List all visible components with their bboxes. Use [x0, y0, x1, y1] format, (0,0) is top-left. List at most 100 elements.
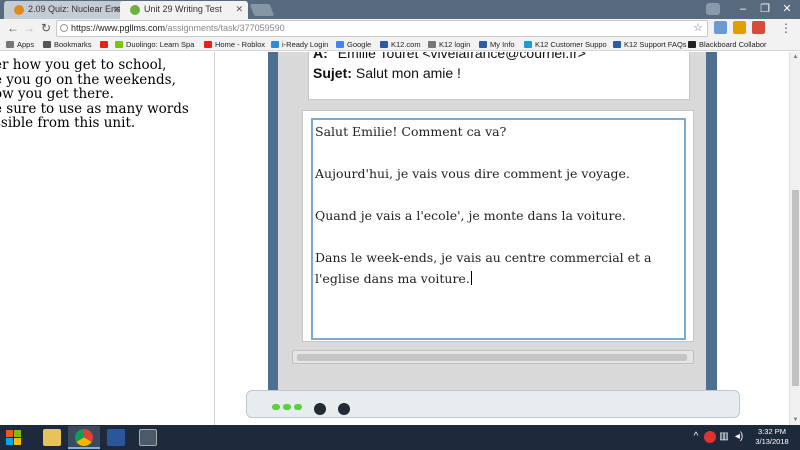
subject-value: Salut mon amie !	[355, 65, 461, 81]
body-paragraph: Aujourd'hui, je vais vous dire comment j…	[315, 166, 630, 181]
star-icon	[43, 41, 51, 48]
bookmark-k12[interactable]: K12.com	[380, 38, 421, 51]
bookmark-blackboard[interactable]: Blackboard Collabor	[688, 38, 767, 51]
tab-writing-test[interactable]: Unit 29 Writing Test ✕	[120, 1, 248, 19]
bookmark-roblox[interactable]: Home - Roblox	[204, 38, 265, 51]
scroll-up-icon[interactable]: ▲	[792, 54, 799, 60]
k12-icon	[479, 41, 487, 48]
user-profile-icon[interactable]	[706, 3, 720, 15]
forward-icon[interactable]: →	[22, 21, 36, 35]
subject-label: Sujet:	[313, 65, 352, 81]
cropped-line	[0, 52, 206, 58]
bookmark-star-icon[interactable]: ☆	[693, 21, 703, 36]
bookmark-iready[interactable]: i-Ready Login	[271, 38, 328, 51]
bookmark-k12-support[interactable]: K12 Customer Suppo	[524, 38, 607, 51]
app-icon[interactable]	[132, 426, 164, 449]
body-paragraph: Salut Emilie! Comment ca va?	[315, 124, 507, 139]
to-label: A:	[313, 52, 328, 61]
instruction-line: er how you get to school,	[0, 57, 167, 73]
tab-title: Unit 29 Writing Test	[144, 4, 222, 14]
chrome-icon[interactable]	[68, 426, 100, 449]
back-icon[interactable]: ←	[6, 21, 20, 35]
page-content: er how you get to school, e you go on th…	[0, 52, 800, 425]
file-explorer-icon[interactable]	[36, 426, 68, 449]
tab-quiz[interactable]: 2.09 Quiz: Nuclear Energ ✕	[4, 1, 126, 19]
body-paragraph-last: Dans le week-ends, je vais au centre com…	[315, 250, 652, 286]
body-paragraph: Quand je vais a l'ecole', je monte dans …	[315, 208, 626, 223]
monitor-knob	[338, 403, 350, 415]
new-tab-button[interactable]	[249, 4, 275, 16]
led-indicator	[294, 404, 302, 410]
tab-title: 2.09 Quiz: Nuclear Energ	[28, 4, 126, 14]
clock[interactable]: 3:32 PM 3/13/2018	[748, 427, 796, 447]
bookmark-k12-login[interactable]: K12 login	[428, 38, 470, 51]
favicon-icon	[130, 5, 140, 15]
text-caret	[470, 271, 472, 285]
cloud-icon	[524, 41, 532, 48]
led-indicator	[283, 404, 291, 410]
taskbar: ^ ▥ ◂) 3:32 PM 3/13/2018	[0, 425, 800, 450]
close-window-icon[interactable]: ✕	[780, 2, 794, 16]
toolbar: ← → ↻ https://www.pgllms.com/assignments…	[0, 19, 800, 38]
to-value: Emilie Touret <vivelafrance@courriel.fr>	[337, 52, 586, 61]
bookmark-google[interactable]: Google	[336, 38, 371, 51]
assignment-instructions: er how you get to school, e you go on th…	[0, 52, 206, 131]
apps-grid-icon	[6, 41, 14, 48]
bookmark-bookmarks[interactable]: Bookmarks	[43, 38, 92, 51]
show-hidden-icons-icon[interactable]: ^	[690, 430, 702, 444]
instruction-line: ssible from this unit.	[0, 115, 136, 131]
instruction-line: ow you get there.	[0, 86, 114, 102]
bookmark-duolingo[interactable]: Duolingo: Learn Spa	[115, 38, 194, 51]
to-line: A: Emilie Touret <vivelafrance@courriel.f…	[313, 52, 586, 61]
url-host: https://www.pgllms.com	[71, 23, 166, 33]
instruction-line: e sure to use as many words	[0, 100, 189, 117]
scrollbar-thumb[interactable]	[297, 354, 687, 361]
info-icon[interactable]	[60, 24, 68, 32]
roblox-icon	[204, 41, 212, 48]
menu-icon[interactable]: ⋮	[779, 21, 793, 35]
antivirus-icon[interactable]	[704, 431, 716, 443]
email-body-textarea[interactable]: Salut Emilie! Comment ca va? Aujourd'hui…	[311, 118, 686, 340]
network-icon[interactable]: ▥	[718, 430, 730, 444]
monitor-knob	[314, 403, 326, 415]
k12-icon	[613, 41, 621, 48]
minimize-icon[interactable]: –	[736, 2, 750, 16]
youtube-icon	[100, 41, 108, 48]
google-icon	[336, 41, 344, 48]
bookmark-apps[interactable]: Apps	[6, 38, 34, 51]
reload-icon[interactable]: ↻	[39, 21, 53, 35]
address-bar[interactable]: https://www.pgllms.com/assignments/task/…	[56, 20, 708, 37]
instruction-line: e you go on the weekends,	[0, 71, 176, 88]
k12-icon	[380, 41, 388, 48]
volume-icon[interactable]: ◂)	[733, 430, 745, 444]
url-path: /assignments/task/377059590	[165, 23, 285, 33]
windows-start-icon[interactable]	[6, 430, 22, 446]
clock-date: 3/13/2018	[755, 437, 789, 446]
clock-time: 3:32 PM	[758, 427, 786, 436]
restore-icon[interactable]: ❐	[758, 2, 772, 16]
blackboard-icon	[688, 41, 696, 48]
favicon-icon	[14, 5, 24, 15]
bookmark-youtube[interactable]	[100, 38, 111, 51]
iready-icon	[271, 41, 279, 48]
subject-line: Sujet: Salut mon amie !	[313, 65, 461, 81]
bookmark-k12-faqs[interactable]: K12 Support FAQs	[613, 38, 687, 51]
page-vertical-scrollbar[interactable]: ▲ ▼	[789, 52, 800, 425]
editor-horizontal-scrollbar[interactable]	[292, 350, 694, 364]
scrollbar-thumb[interactable]	[792, 190, 799, 386]
close-tab-icon[interactable]: ✕	[235, 1, 243, 18]
page-icon	[428, 41, 436, 48]
extension-icon[interactable]	[733, 21, 746, 34]
column-divider	[214, 52, 215, 425]
scroll-down-icon[interactable]: ▼	[792, 417, 799, 423]
led-indicator	[272, 404, 280, 410]
tab-strip: 2.09 Quiz: Nuclear Energ ✕ Unit 29 Writi…	[0, 0, 800, 19]
bookmark-my-info[interactable]: My Info	[479, 38, 515, 51]
extension-icon[interactable]	[752, 21, 765, 34]
extension-icon[interactable]	[714, 21, 727, 34]
screen: 2.09 Quiz: Nuclear Energ ✕ Unit 29 Writi…	[0, 0, 800, 450]
email-header: A: Emilie Touret <vivelafrance@courriel.f…	[308, 52, 690, 100]
word-icon[interactable]	[100, 426, 132, 449]
duolingo-icon	[115, 41, 123, 48]
bookmarks-bar: Apps Bookmarks Duolingo: Learn Spa Home …	[0, 38, 800, 51]
